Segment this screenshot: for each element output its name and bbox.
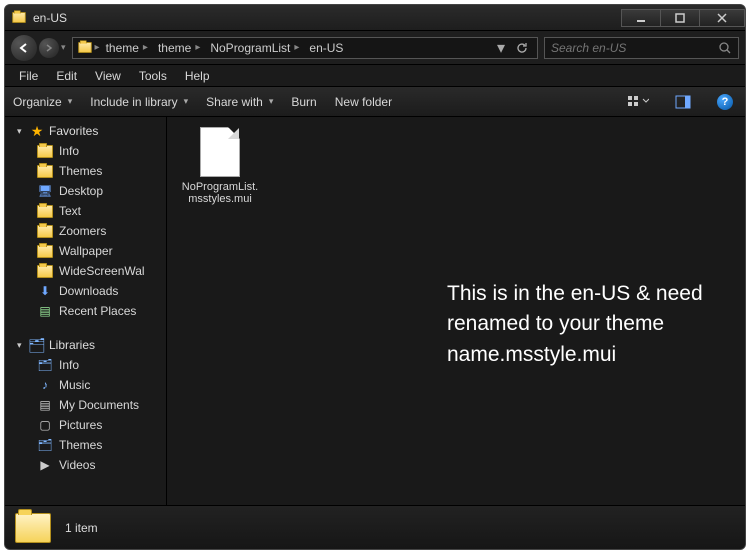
annotation-text: This is in the en-US & need renamed to y… (447, 279, 725, 370)
libraries-label: Libraries (49, 338, 95, 352)
sidebar-item-lib-info[interactable]: 🗂Info (5, 355, 166, 375)
status-item-count: 1 item (65, 521, 98, 535)
chevron-right-icon[interactable]: ▸ (195, 42, 200, 53)
forward-button[interactable] (39, 38, 59, 58)
collapse-icon: ▾ (17, 340, 25, 351)
organize-button[interactable]: Organize (13, 95, 72, 109)
menu-bar: File Edit View Tools Help (5, 65, 745, 87)
folder-icon (37, 143, 53, 159)
sidebar-item-documents[interactable]: ▤My Documents (5, 395, 166, 415)
view-options-button[interactable] (623, 93, 653, 111)
sidebar-item-zoomers[interactable]: Zoomers (5, 221, 166, 241)
pictures-icon: ▢ (37, 417, 53, 433)
breadcrumb-segment: theme▸ (154, 41, 204, 55)
address-folder-icon (77, 40, 93, 56)
address-bar[interactable]: ▸ theme▸ theme▸ NoProgramList▸ en-US ▾ (72, 37, 538, 59)
breadcrumb-segment: NoProgramList▸ (206, 41, 303, 55)
library-icon: 🗂 (37, 357, 53, 373)
libraries-icon: 🗂 (29, 337, 45, 353)
search-icon[interactable] (718, 41, 732, 55)
file-list-pane[interactable]: NoProgramList.msstyles.mui This is in th… (167, 117, 745, 505)
sidebar-item-lib-themes[interactable]: 🗂Themes (5, 435, 166, 455)
folder-icon (37, 223, 53, 239)
chevron-right-icon[interactable]: ▸ (143, 42, 148, 53)
file-item[interactable]: NoProgramList.msstyles.mui (181, 127, 259, 205)
folder-icon (37, 163, 53, 179)
history-dropdown-icon[interactable]: ▾ (61, 42, 66, 53)
search-box[interactable] (544, 37, 739, 59)
downloads-icon: ⬇ (37, 283, 53, 299)
sidebar-item-text[interactable]: Text (5, 201, 166, 221)
burn-button[interactable]: Burn (291, 95, 316, 109)
menu-file[interactable]: File (11, 67, 46, 85)
maximize-button[interactable] (660, 9, 700, 27)
status-folder-icon (15, 513, 51, 543)
preview-pane-button[interactable] (671, 93, 695, 111)
recent-icon: ▤ (37, 303, 53, 319)
favorites-group: ▾ ★ Favorites Info Themes 🖥Desktop Text … (5, 121, 166, 321)
sidebar-item-themes[interactable]: Themes (5, 161, 166, 181)
address-dropdown-icon[interactable]: ▾ (493, 38, 509, 58)
back-button[interactable] (11, 35, 37, 61)
refresh-button[interactable] (511, 41, 533, 55)
breadcrumb-segment: en-US (305, 41, 347, 55)
videos-icon: ▶ (37, 457, 53, 473)
navigation-pane: ▾ ★ Favorites Info Themes 🖥Desktop Text … (5, 117, 167, 505)
folder-icon (37, 243, 53, 259)
star-icon: ★ (29, 123, 45, 139)
library-icon: 🗂 (37, 437, 53, 453)
file-name: NoProgramList.msstyles.mui (181, 181, 259, 205)
window-folder-icon (11, 10, 27, 26)
menu-edit[interactable]: Edit (48, 67, 85, 85)
sidebar-item-music[interactable]: ♪Music (5, 375, 166, 395)
menu-tools[interactable]: Tools (131, 67, 175, 85)
sidebar-item-downloads[interactable]: ⬇Downloads (5, 281, 166, 301)
minimize-button[interactable] (621, 9, 661, 27)
search-input[interactable] (551, 41, 718, 55)
include-library-button[interactable]: Include in library (90, 95, 188, 109)
sidebar-item-wallpaper[interactable]: Wallpaper (5, 241, 166, 261)
help-button[interactable]: ? (713, 92, 737, 112)
chevron-right-icon: ▸ (95, 42, 100, 53)
sidebar-item-widescreen[interactable]: WideScreenWal (5, 261, 166, 281)
window-title: en-US (33, 11, 622, 25)
desktop-icon: 🖥 (37, 183, 53, 199)
music-icon: ♪ (37, 377, 53, 393)
status-bar: 1 item (5, 505, 745, 549)
collapse-icon: ▾ (17, 126, 25, 137)
command-bar: Organize Include in library Share with B… (5, 87, 745, 117)
libraries-header[interactable]: ▾ 🗂 Libraries (5, 335, 166, 355)
sidebar-item-videos[interactable]: ▶Videos (5, 455, 166, 475)
navigation-bar: ▾ ▸ theme▸ theme▸ NoProgramList▸ en-US ▾ (5, 31, 745, 65)
sidebar-item-info[interactable]: Info (5, 141, 166, 161)
help-icon: ? (717, 94, 733, 110)
folder-icon (37, 203, 53, 219)
share-with-button[interactable]: Share with (206, 95, 273, 109)
breadcrumb-segment: theme▸ (102, 41, 152, 55)
close-button[interactable] (699, 9, 745, 27)
new-folder-button[interactable]: New folder (335, 95, 392, 109)
sidebar-item-pictures[interactable]: ▢Pictures (5, 415, 166, 435)
title-bar: en-US (5, 5, 745, 31)
explorer-window: en-US ▾ ▸ theme▸ theme▸ NoProgramList▸ e… (4, 4, 746, 550)
menu-help[interactable]: Help (177, 67, 218, 85)
sidebar-item-desktop[interactable]: 🖥Desktop (5, 181, 166, 201)
sidebar-item-recent[interactable]: ▤Recent Places (5, 301, 166, 321)
menu-view[interactable]: View (87, 67, 129, 85)
favorites-header[interactable]: ▾ ★ Favorites (5, 121, 166, 141)
libraries-group: ▾ 🗂 Libraries 🗂Info ♪Music ▤My Documents… (5, 335, 166, 475)
file-icon (200, 127, 240, 177)
chevron-right-icon[interactable]: ▸ (294, 42, 299, 53)
favorites-label: Favorites (49, 124, 98, 138)
folder-icon (37, 263, 53, 279)
documents-icon: ▤ (37, 397, 53, 413)
